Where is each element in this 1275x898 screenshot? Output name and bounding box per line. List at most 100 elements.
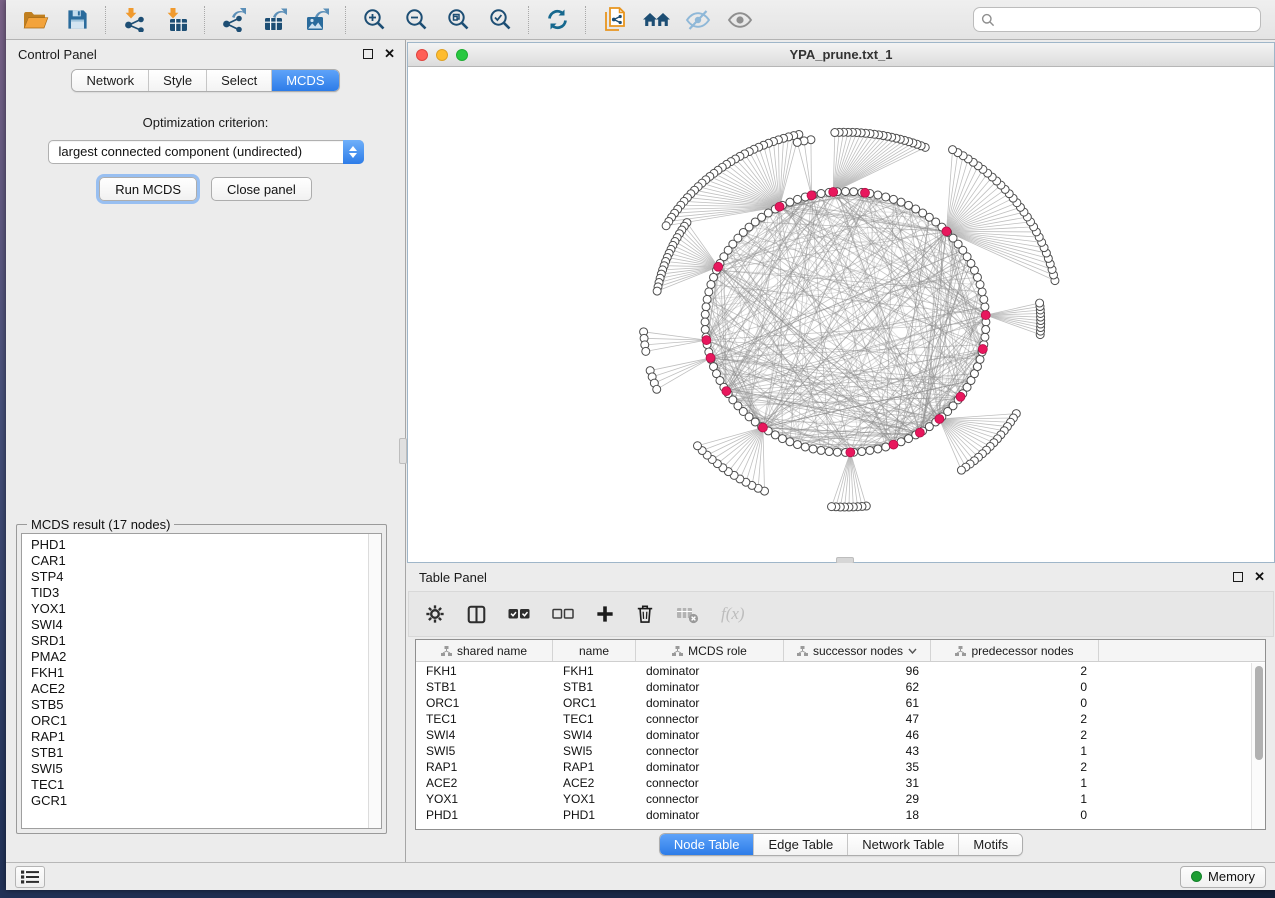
network-node[interactable] [976, 355, 984, 363]
table-row[interactable]: RAP1RAP1dominator352 [416, 759, 1251, 775]
delete-table-icon[interactable] [676, 605, 699, 624]
network-node[interactable] [980, 295, 988, 303]
column-header-shared-name[interactable]: shared name [416, 640, 553, 661]
add-column-icon[interactable] [596, 605, 614, 623]
tab-edge-table[interactable]: Edge Table [753, 834, 847, 855]
mcds-result-item[interactable]: STB5 [22, 697, 381, 713]
tab-motifs[interactable]: Motifs [958, 834, 1022, 855]
mcds-node[interactable] [915, 428, 924, 437]
network-node[interactable] [858, 448, 866, 456]
mcds-node[interactable] [758, 423, 767, 432]
network-node[interactable] [653, 385, 661, 393]
network-node[interactable] [662, 222, 670, 230]
show-all-icon[interactable] [719, 3, 761, 37]
mcds-result-item[interactable]: RAP1 [22, 729, 381, 745]
network-node[interactable] [825, 448, 833, 456]
table-row[interactable]: FKH1FKH1dominator962 [416, 663, 1251, 679]
export-image-icon[interactable] [296, 3, 338, 37]
network-node[interactable] [801, 443, 809, 451]
tab-select[interactable]: Select [206, 70, 271, 91]
mcds-node[interactable] [714, 262, 723, 271]
table-row[interactable]: ORC1ORC1dominator610 [416, 695, 1251, 711]
network-node[interactable] [701, 318, 709, 326]
network-window-titlebar[interactable]: YPA_prune.txt_1 [408, 43, 1274, 67]
result-list-scrollbar[interactable] [368, 534, 381, 828]
export-network-icon[interactable] [212, 3, 254, 37]
network-node[interactable] [642, 347, 650, 355]
network-node[interactable] [793, 441, 801, 449]
network-canvas[interactable] [408, 67, 1274, 562]
network-node[interactable] [693, 442, 701, 450]
zoom-fit-icon[interactable] [437, 3, 479, 37]
memory-button[interactable]: Memory [1180, 866, 1266, 888]
hide-selected-icon[interactable] [677, 3, 719, 37]
network-node[interactable] [707, 281, 715, 289]
mcds-result-item[interactable]: ACE2 [22, 681, 381, 697]
network-node[interactable] [828, 503, 836, 511]
network-node[interactable] [653, 287, 661, 295]
mcds-result-item[interactable]: ORC1 [22, 713, 381, 729]
mcds-node[interactable] [956, 392, 965, 401]
network-node[interactable] [981, 333, 989, 341]
clone-network-icon[interactable] [593, 3, 635, 37]
task-history-button[interactable] [15, 866, 45, 888]
table-row[interactable]: YOX1YOX1connector291 [416, 791, 1251, 807]
network-node[interactable] [957, 466, 965, 474]
tab-node-table[interactable]: Node Table [660, 834, 754, 855]
network-node[interactable] [905, 201, 913, 209]
zoom-out-icon[interactable] [395, 3, 437, 37]
mcds-node[interactable] [829, 188, 838, 197]
network-node[interactable] [874, 445, 882, 453]
network-node[interactable] [793, 195, 801, 203]
mcds-node[interactable] [706, 353, 715, 362]
network-node[interactable] [705, 288, 713, 296]
optimization-criterion-dropdown[interactable]: largest connected component (undirected) [48, 140, 364, 164]
table-row[interactable]: STB1STB1dominator620 [416, 679, 1251, 695]
mcds-result-item[interactable]: SRD1 [22, 633, 381, 649]
zoom-selected-icon[interactable] [479, 3, 521, 37]
export-table-icon[interactable] [254, 3, 296, 37]
mcds-node[interactable] [942, 227, 951, 236]
mcds-result-item[interactable]: PHD1 [22, 537, 381, 553]
table-scrollbar-thumb[interactable] [1255, 666, 1263, 760]
network-node[interactable] [882, 193, 890, 201]
mcds-node[interactable] [722, 387, 731, 396]
float-panel-icon[interactable] [363, 49, 373, 59]
network-node[interactable] [701, 326, 709, 334]
close-panel-button[interactable]: Close panel [211, 177, 312, 201]
float-table-panel-icon[interactable] [1233, 572, 1243, 582]
network-node[interactable] [841, 188, 849, 196]
refresh-view-icon[interactable] [536, 3, 578, 37]
tab-style[interactable]: Style [148, 70, 206, 91]
network-node[interactable] [949, 146, 957, 154]
search-input[interactable] [1000, 12, 1253, 27]
select-all-icon[interactable] [508, 607, 530, 621]
close-panel-icon[interactable]: ✕ [384, 49, 395, 59]
mcds-result-item[interactable]: STP4 [22, 569, 381, 585]
mcds-result-item[interactable]: TID3 [22, 585, 381, 601]
network-node[interactable] [817, 190, 825, 198]
mcds-node[interactable] [981, 311, 990, 320]
mcds-result-item[interactable]: CAR1 [22, 553, 381, 569]
deselect-all-icon[interactable] [552, 607, 574, 621]
network-node[interactable] [981, 303, 989, 311]
vertical-splitter-handle[interactable] [399, 438, 407, 464]
table-row[interactable]: PHD1PHD1dominator180 [416, 807, 1251, 823]
network-node[interactable] [866, 446, 874, 454]
column-header-MCDS-role[interactable]: MCDS role [636, 640, 784, 661]
network-node[interactable] [897, 198, 905, 206]
mcds-result-item[interactable]: PMA2 [22, 649, 381, 665]
mcds-node[interactable] [775, 202, 784, 211]
network-node[interactable] [874, 191, 882, 199]
mcds-node[interactable] [889, 440, 898, 449]
mcds-result-item[interactable]: GCR1 [22, 793, 381, 809]
network-node[interactable] [833, 448, 841, 456]
import-network-icon[interactable] [113, 3, 155, 37]
save-session-icon[interactable] [56, 3, 98, 37]
first-neighbors-icon[interactable] [635, 3, 677, 37]
mcds-result-item[interactable]: FKH1 [22, 665, 381, 681]
import-table-icon[interactable] [155, 3, 197, 37]
table-scrollbar[interactable] [1251, 663, 1265, 829]
search-field[interactable] [973, 7, 1261, 32]
mcds-result-item[interactable]: YOX1 [22, 601, 381, 617]
